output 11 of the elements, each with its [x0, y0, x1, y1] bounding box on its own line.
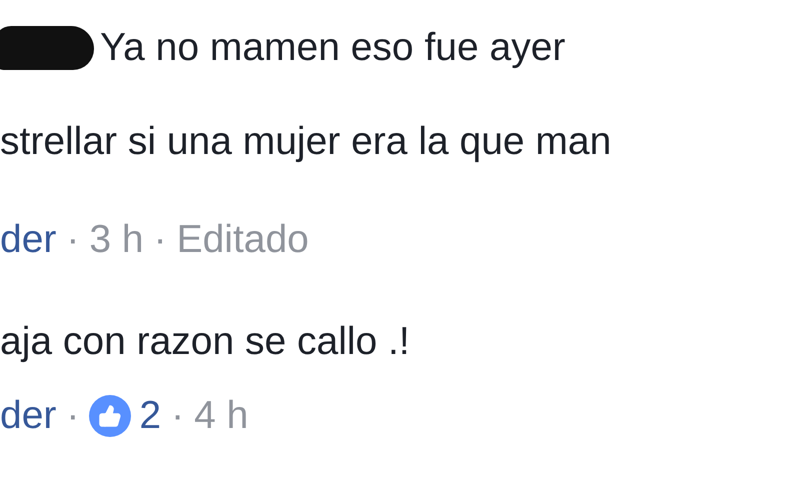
reply-text: Ya no mamen eso fue ayer	[100, 26, 566, 70]
separator: ·	[171, 394, 184, 438]
separator: ·	[66, 218, 80, 262]
comment-text: aja con razon se callo .!	[0, 320, 410, 364]
author-link[interactable]: der	[0, 218, 56, 262]
author-link[interactable]: der	[0, 394, 56, 438]
like-count[interactable]: 2	[139, 394, 162, 438]
thumbs-up-icon	[89, 395, 132, 437]
separator: ·	[66, 394, 80, 438]
comment-text: strellar si una mujer era la que man	[0, 120, 612, 164]
separator: ·	[154, 218, 167, 262]
